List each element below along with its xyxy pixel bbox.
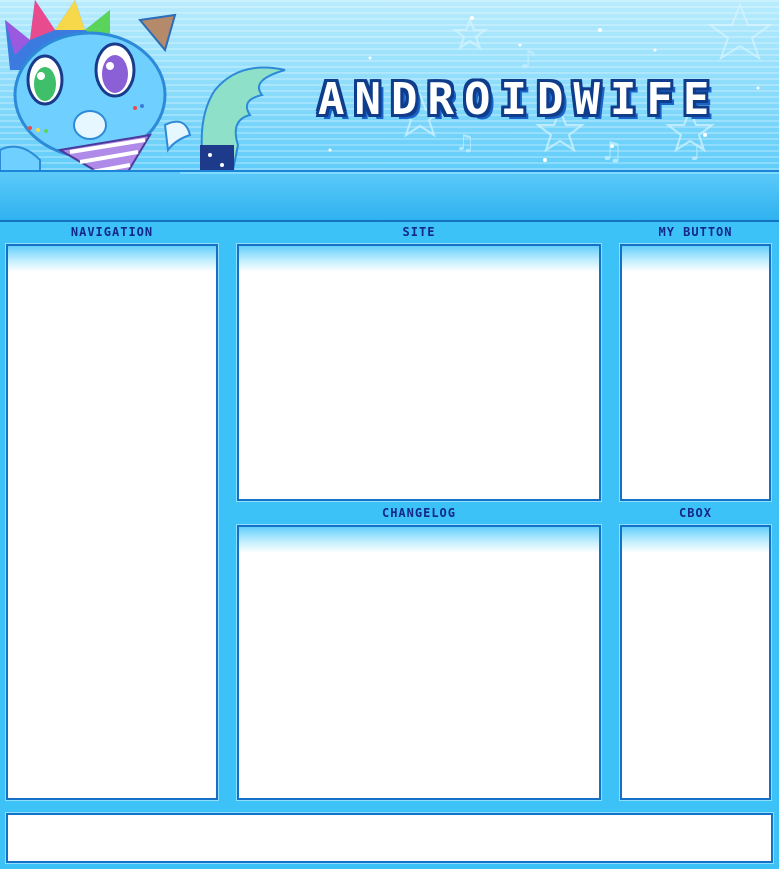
changelog-panel [237, 525, 601, 800]
changelog-label: CHANGELOG [381, 506, 457, 520]
site-panel [237, 244, 601, 501]
navigation-label: NAVIGATION [70, 225, 154, 239]
header-band-highlight [180, 172, 779, 190]
cbox-label: CBOX [679, 506, 712, 520]
svg-text:♫: ♫ [600, 137, 623, 167]
my-button-label: MY BUTTON [658, 225, 733, 239]
site-title: ANDROIDWIFE [318, 74, 720, 125]
footer-panel [6, 813, 773, 863]
svg-text:♪: ♪ [690, 141, 704, 166]
svg-text:♫: ♫ [455, 131, 475, 156]
svg-text:♪: ♪ [520, 45, 537, 75]
site-label: SITE [402, 225, 436, 239]
cbox-panel [620, 525, 771, 800]
navigation-panel [6, 244, 218, 800]
rainbow-haired-blue-cat-mascot-icon [0, 0, 286, 190]
my-button-panel [620, 244, 771, 501]
